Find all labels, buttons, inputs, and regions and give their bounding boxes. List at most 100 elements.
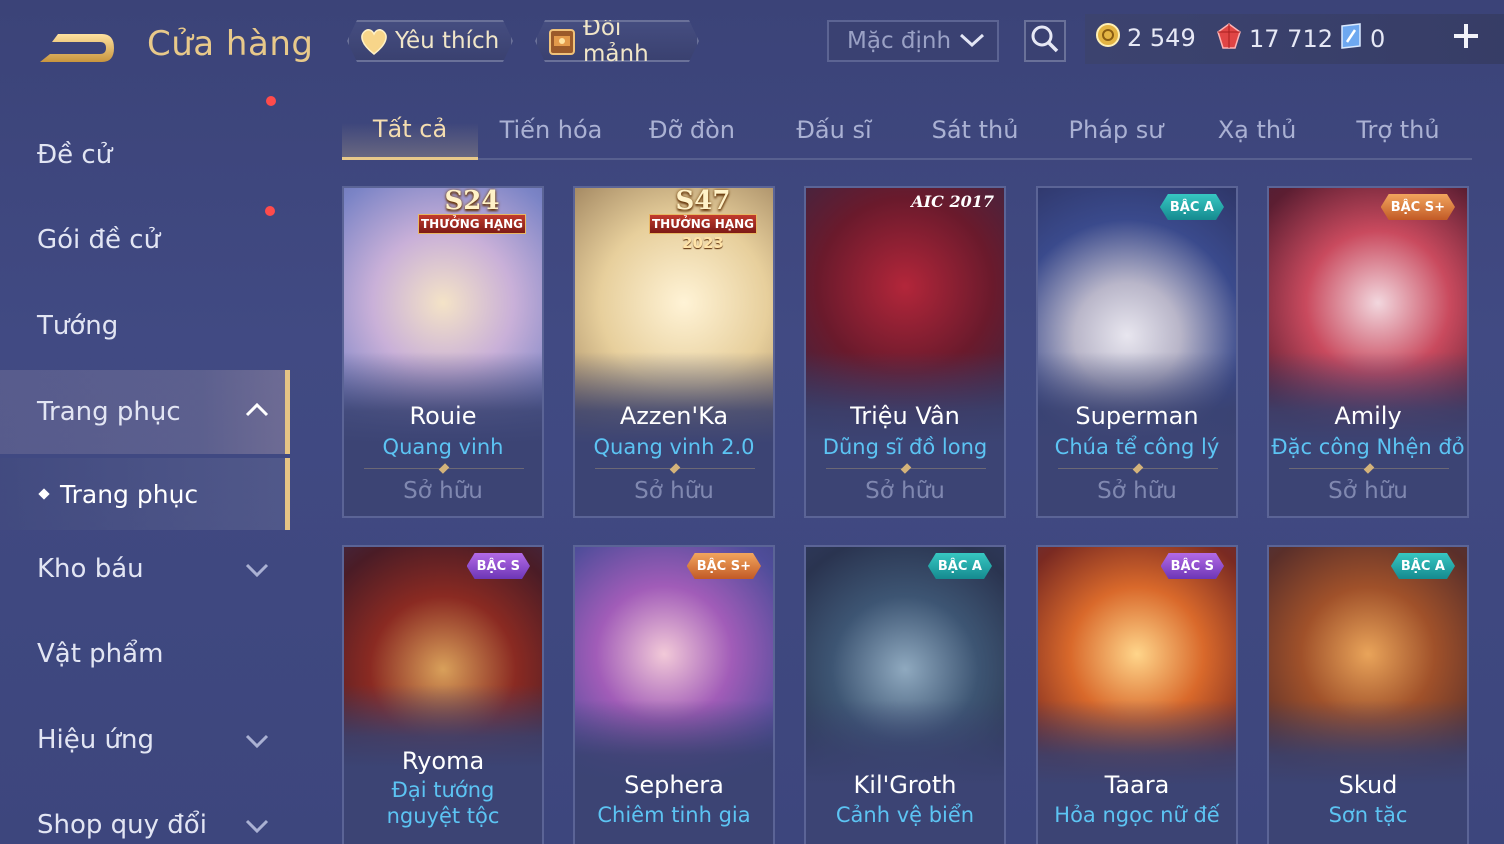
skin-card[interactable]: BẬC A Skud Sơn tặc bbox=[1267, 545, 1469, 844]
sidebar-item-label: Gói đề cử bbox=[37, 225, 161, 255]
back-arrow-icon[interactable] bbox=[36, 22, 118, 68]
owned-status: Sở hữu bbox=[634, 478, 714, 504]
ruby-value: 17 712 bbox=[1249, 25, 1333, 53]
gold-currency: 2 549 bbox=[1095, 22, 1196, 54]
search-button[interactable] bbox=[1024, 20, 1066, 62]
chevron-up-icon bbox=[244, 398, 270, 422]
skin-name: Chúa tể công lý bbox=[1054, 435, 1220, 459]
exchange-shards-button[interactable]: Đổi mảnh bbox=[535, 20, 699, 62]
skin-name: Sơn tặc bbox=[1328, 803, 1408, 827]
gold-value: 2 549 bbox=[1127, 24, 1196, 52]
sidebar-item-bundles[interactable]: Gói đề cử bbox=[0, 96, 290, 280]
hero-name: Azzen'Ka bbox=[619, 402, 729, 430]
tab-mage[interactable]: Pháp sư bbox=[1048, 100, 1184, 160]
skin-card[interactable]: BẬC A Kil'Groth Cảnh vệ biển bbox=[804, 545, 1006, 844]
owned-status: Sở hữu bbox=[865, 478, 945, 504]
sidebar-item-items[interactable]: Vật phẩm bbox=[0, 614, 290, 694]
hero-name: Triệu Vân bbox=[850, 402, 960, 430]
favorites-label: Yêu thích bbox=[395, 28, 500, 54]
sidebar-item-label: Kho báu bbox=[37, 554, 144, 584]
tier-badge: BẬC S bbox=[1161, 553, 1224, 579]
skin-name: Chiêm tinh gia bbox=[597, 803, 751, 827]
skin-card[interactable]: S24 THƯỞNG HẠNG Rouie Quang vinh Sở hữu bbox=[342, 186, 544, 518]
rank-reward-badge: S47 THƯỞNG HẠNG 2023 bbox=[633, 188, 773, 252]
favorites-button[interactable]: Yêu thích bbox=[347, 20, 513, 62]
page-title: Cửa hàng bbox=[147, 24, 314, 64]
owned-status: Sở hữu bbox=[403, 478, 483, 504]
chevron-down-icon bbox=[244, 728, 270, 752]
sidebar-item-label: Trang phục bbox=[37, 397, 181, 427]
tier-badge: BẬC A bbox=[1160, 194, 1224, 220]
sort-value: Mặc định bbox=[847, 28, 952, 54]
skin-name: Cảnh vệ biển bbox=[835, 803, 975, 827]
hero-name: Amily bbox=[1334, 402, 1402, 430]
chevron-down-icon bbox=[244, 813, 270, 837]
rank-reward-badge: S24 THƯỞNG HẠNG bbox=[402, 188, 542, 234]
crystal-value: 0 bbox=[1370, 25, 1386, 53]
exchange-label: Đổi mảnh bbox=[583, 15, 649, 67]
sidebar-subitem-skins[interactable]: Trang phục bbox=[0, 458, 290, 530]
chest-icon bbox=[545, 24, 579, 58]
sidebar-item-exchange-shop[interactable]: Shop quy đổi bbox=[0, 785, 290, 844]
tab-support[interactable]: Trợ thủ bbox=[1330, 100, 1466, 160]
skin-card[interactable]: BẬC A Superman Chúa tể công lý Sở hữu bbox=[1036, 186, 1238, 518]
skin-name: Quang vinh bbox=[382, 435, 504, 459]
skin-card[interactable]: BẬC S Taara Hỏa ngọc nữ đế bbox=[1036, 545, 1238, 844]
skin-name: Dũng sĩ đồ long bbox=[822, 435, 988, 459]
ruby-icon bbox=[1215, 22, 1243, 56]
search-icon bbox=[1030, 24, 1060, 58]
tier-badge: BẬC S bbox=[467, 553, 530, 579]
coin-icon bbox=[1095, 22, 1121, 54]
sidebar: Đề cử Gói đề cử Tướng Trang phục Trang p… bbox=[0, 96, 290, 844]
chevron-down-icon bbox=[244, 557, 270, 581]
sort-dropdown[interactable]: Mặc định bbox=[827, 20, 999, 62]
category-tabs: Tất cả Tiến hóa Đỡ đòn Đấu sĩ Sát thủ Ph… bbox=[342, 100, 1472, 160]
hero-name: Superman bbox=[1075, 402, 1199, 430]
sidebar-item-heroes[interactable]: Tướng bbox=[0, 286, 290, 366]
skin-name: Đặc công Nhện đỏ bbox=[1271, 435, 1465, 459]
skin-name: Quang vinh 2.0 bbox=[593, 435, 755, 459]
ruby-currency: 17 712 bbox=[1215, 22, 1333, 56]
skin-name: Hỏa ngọc nữ đế bbox=[1054, 803, 1220, 827]
hero-name: Skud bbox=[1338, 771, 1398, 799]
skin-card[interactable]: BẬC S+ Amily Đặc công Nhện đỏ Sở hữu bbox=[1267, 186, 1469, 518]
hero-name: Ryoma bbox=[401, 747, 485, 775]
sidebar-item-label: Tướng bbox=[37, 311, 119, 341]
tab-fighter[interactable]: Đấu sĩ bbox=[766, 100, 902, 160]
plus-icon bbox=[1454, 24, 1478, 48]
heart-icon bbox=[357, 24, 391, 58]
tier-badge: BẬC S+ bbox=[1381, 194, 1455, 220]
sidebar-item-effects[interactable]: Hiệu ứng bbox=[0, 700, 290, 780]
hero-name: Kil'Groth bbox=[853, 771, 957, 799]
tier-badge: BẬC A bbox=[1391, 553, 1455, 579]
sidebar-subitem-label: Trang phục bbox=[60, 479, 199, 509]
tab-assassin[interactable]: Sát thủ bbox=[907, 100, 1043, 160]
sidebar-item-skins[interactable]: Trang phục bbox=[0, 370, 290, 454]
owned-status: Sở hữu bbox=[1328, 478, 1408, 504]
tab-evolution[interactable]: Tiến hóa bbox=[483, 100, 619, 160]
top-bar: Cửa hàng Yêu thích Đổi mảnh Mặc định 2 5… bbox=[0, 0, 1504, 90]
tier-badge: BẬC S+ bbox=[687, 553, 761, 579]
sidebar-item-treasure[interactable]: Kho báu bbox=[0, 529, 290, 609]
notification-dot bbox=[265, 206, 275, 216]
add-currency-button[interactable] bbox=[1448, 18, 1484, 54]
tab-tank[interactable]: Đỡ đòn bbox=[624, 100, 760, 160]
tier-badge: BẬC A bbox=[928, 553, 992, 579]
crystal-currency: 0 bbox=[1338, 22, 1385, 56]
skin-card[interactable]: BẬC S Ryoma Đại tướng nguyệt tộc bbox=[342, 545, 544, 844]
sidebar-item-recommended[interactable]: Đề cử bbox=[0, 115, 290, 195]
sidebar-item-label: Shop quy đổi bbox=[37, 810, 207, 840]
skin-card[interactable]: S47 THƯỞNG HẠNG 2023 Azzen'Ka Quang vinh… bbox=[573, 186, 775, 518]
skin-card[interactable]: AIC 2017 Triệu Vân Dũng sĩ đồ long Sở hữ… bbox=[804, 186, 1006, 518]
crystal-icon bbox=[1338, 22, 1364, 56]
skin-card[interactable]: BẬC S+ Sephera Chiêm tinh gia bbox=[573, 545, 775, 844]
hero-name: Rouie bbox=[409, 402, 477, 430]
sidebar-item-label: Vật phẩm bbox=[37, 639, 164, 669]
notification-dot bbox=[266, 96, 276, 106]
sidebar-item-label: Đề cử bbox=[37, 140, 113, 170]
owned-status: Sở hữu bbox=[1097, 478, 1177, 504]
hero-name: Taara bbox=[1104, 771, 1170, 799]
hero-name: Sephera bbox=[624, 771, 724, 799]
tab-all[interactable]: Tất cả bbox=[342, 100, 478, 160]
tab-marksman[interactable]: Xạ thủ bbox=[1189, 100, 1325, 160]
